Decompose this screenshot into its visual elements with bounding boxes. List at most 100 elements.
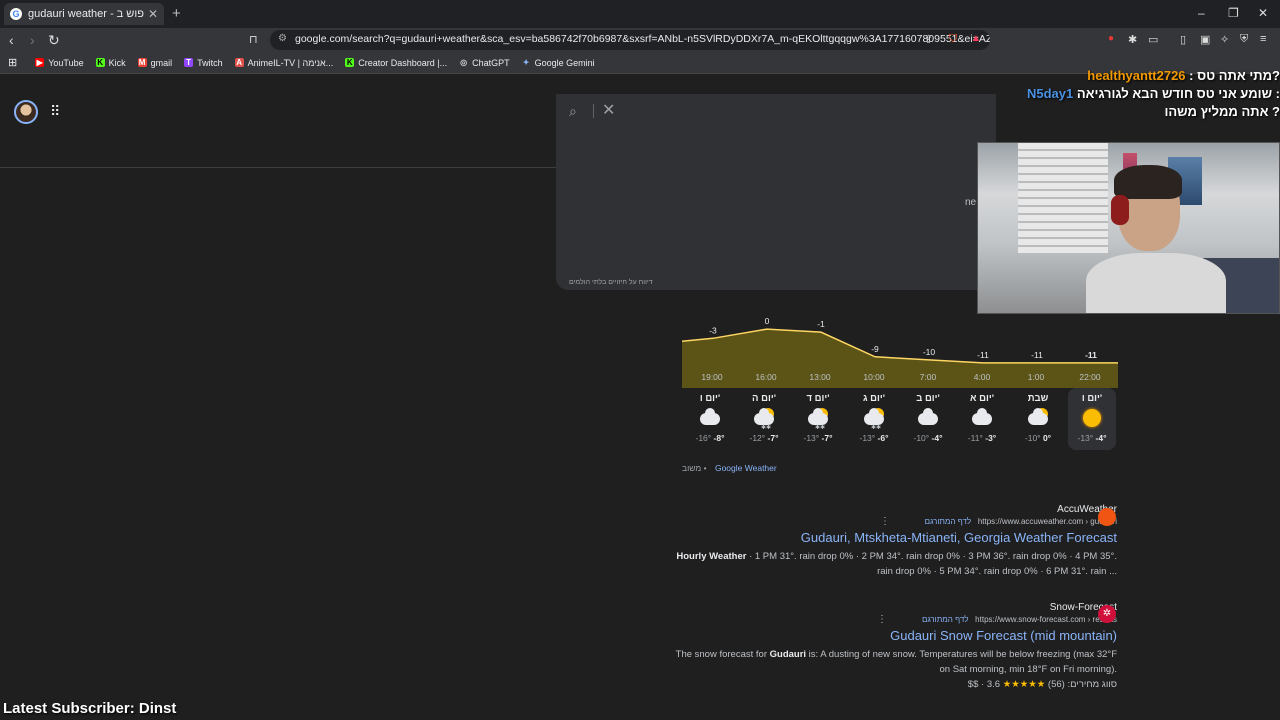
chat-user: healthyantt2726 bbox=[1087, 68, 1186, 83]
translate-link[interactable]: לדף המתורגם bbox=[922, 615, 969, 624]
streamer-body bbox=[1086, 253, 1226, 313]
temp-high: 0° bbox=[1042, 433, 1052, 443]
tab-close-icon[interactable]: ✕ bbox=[148, 7, 158, 21]
site-info-icon[interactable]: ⚙ bbox=[278, 33, 287, 44]
bookmark-chatgpt[interactable]: ◎ ChatGPT bbox=[459, 58, 510, 68]
apps-grid-icon[interactable]: ⊞ bbox=[8, 56, 17, 69]
snippet-bold: Gudauri bbox=[769, 649, 807, 660]
temp-high: -4° bbox=[1095, 433, 1107, 443]
animeil-icon: A bbox=[234, 58, 244, 67]
bookmark-animeil[interactable]: A AnimeIL-TV | אנימה... bbox=[234, 58, 333, 68]
bookmark-icon[interactable]: ⊓ bbox=[249, 33, 258, 46]
bookmark-gemini[interactable]: ✦ Google Gemini bbox=[522, 58, 595, 68]
weather-icon bbox=[916, 408, 940, 428]
extensions-puzzle-icon[interactable]: ✱ bbox=[1128, 33, 1137, 46]
address-bar[interactable]: ⚙ google.com/search?q=gudauri+weather&sc… bbox=[270, 30, 990, 50]
result-title-link[interactable]: Gudauri Snow Forecast (mid mountain) bbox=[676, 628, 1117, 643]
brave-shield-icon[interactable]: ⛉ bbox=[949, 33, 957, 46]
chat-user: N5day1 bbox=[1026, 86, 1074, 101]
bookmark-label: Kick bbox=[108, 57, 126, 68]
bookmark-label: gmail bbox=[150, 57, 173, 68]
leo-icon[interactable]: ✧ bbox=[1220, 33, 1229, 46]
chart-point-label: -11 bbox=[1031, 350, 1043, 360]
forward-icon[interactable]: › bbox=[30, 32, 35, 48]
result-url[interactable]: לדף המתורגם https://www.snow-forecast.co… bbox=[676, 615, 1117, 624]
forecast-day[interactable]: יום ה' ✱✱ -12° -7° bbox=[740, 388, 788, 450]
forecast-day[interactable]: יום ו' -16° -8° bbox=[686, 388, 734, 450]
bookmark-creator-dashboard[interactable]: K Creator Dashboard |... bbox=[345, 58, 447, 68]
navigation-bar: ‹ › ↻ ⊓ ⚙ google.com/search?q=gudauri+we… bbox=[0, 28, 1280, 52]
cloud-icon bbox=[972, 408, 992, 425]
avatar[interactable] bbox=[14, 100, 38, 124]
google-favicon-icon: G bbox=[10, 8, 22, 20]
forecast-day[interactable]: שבת -10° 0° bbox=[1014, 388, 1062, 450]
chat-text: אתה ממליץ משהו ? bbox=[1164, 104, 1280, 119]
feedback-link[interactable]: משוב bbox=[682, 463, 701, 473]
weather-icon bbox=[1080, 408, 1104, 428]
more-options-icon[interactable]: ⋮ bbox=[880, 516, 890, 527]
forecast-temps: -13° -4° bbox=[1068, 433, 1116, 443]
new-tab-button[interactable]: + bbox=[172, 5, 181, 22]
snowforecast-icon: ✲ bbox=[1098, 605, 1116, 623]
forecast-day[interactable]: יום ב' -10° -4° bbox=[904, 388, 952, 450]
menu-icon[interactable]: ≡ bbox=[1260, 33, 1266, 45]
suggestion-text[interactable]: ne bbox=[965, 197, 976, 208]
cloud-icon bbox=[918, 408, 938, 425]
price-label: סווג מחירים: bbox=[1067, 679, 1117, 690]
chatgpt-icon: ◎ bbox=[460, 58, 468, 67]
wallet-icon[interactable]: ▣ bbox=[1200, 33, 1210, 46]
minimize-button[interactable]: – bbox=[1198, 6, 1205, 20]
window-close-button[interactable]: ✕ bbox=[1258, 6, 1268, 20]
chart-point-label: -10 bbox=[923, 347, 936, 357]
weather-icon: ✱✱ bbox=[862, 408, 886, 431]
sidebar-icon[interactable]: ▯ bbox=[1180, 33, 1186, 46]
downloads-icon[interactable]: ▭ bbox=[1148, 33, 1158, 46]
bookmark-label: Creator Dashboard |... bbox=[358, 57, 448, 68]
result-url[interactable]: לדף המתורגם https://www.accuweather.com … bbox=[676, 517, 1117, 526]
search-result-accuweather: AccuWeather לדף המתורגם https://www.accu… bbox=[676, 504, 1117, 579]
translate-link[interactable]: לדף המתורגם bbox=[925, 517, 972, 526]
url-breadcrumb: https://www.accuweather.com › gudauri bbox=[977, 517, 1117, 526]
forecast-temps: -12° -7° bbox=[740, 433, 788, 443]
chat-message: N5day1 שומע אני טס חודש הבא לגורגיאה : bbox=[1000, 86, 1280, 101]
bookmark-label: Twitch bbox=[197, 57, 223, 68]
tab-active[interactable]: G gudauri weather - חיפוש ב-Goo ✕ bbox=[4, 3, 164, 25]
bookmark-gmail[interactable]: Mgmail bbox=[137, 57, 173, 68]
snippet-line2: rain drop 0% · 5 PM 34°. rain drop 0% · … bbox=[877, 566, 1117, 577]
clear-search-icon[interactable]: ✕ bbox=[602, 100, 615, 120]
bookmark-kick[interactable]: K Kick bbox=[95, 57, 126, 68]
vpn-icon[interactable]: ⛨ bbox=[1240, 33, 1248, 46]
back-icon[interactable]: ‹ bbox=[9, 32, 14, 48]
forecast-temps: -10° -4° bbox=[904, 433, 952, 443]
kick-icon: K bbox=[345, 58, 355, 67]
bookmark-youtube[interactable]: ▶ YouTube bbox=[35, 58, 84, 68]
search-icon[interactable]: ⌕ bbox=[569, 103, 577, 120]
more-options-icon[interactable]: ⋮ bbox=[877, 614, 887, 625]
google-apps-icon[interactable]: ⠿ bbox=[50, 103, 60, 120]
extension-icon[interactable]: ● bbox=[1108, 33, 1114, 44]
forecast-day[interactable]: יום ג' ✱✱ -13° -6° bbox=[850, 388, 898, 450]
chart-point-label: 0 bbox=[765, 316, 770, 326]
rating-value: 3.6 bbox=[986, 679, 1001, 690]
reload-icon[interactable]: ↻ bbox=[48, 32, 60, 49]
report-predictions-link[interactable]: דיווח על חיזויים בלתי הולמים bbox=[569, 279, 653, 286]
result-title-link[interactable]: Gudauri, Mtskheta-Mtianeti, Georgia Weat… bbox=[676, 530, 1117, 545]
temp-low: -13° bbox=[803, 433, 820, 443]
forecast-day[interactable]: יום ד' ✱✱ -13° -7° bbox=[794, 388, 842, 450]
forecast-day-name: יום ג' bbox=[862, 393, 886, 404]
restore-button[interactable]: ❐ bbox=[1228, 6, 1239, 20]
chart-time-label: 22:00 bbox=[1079, 372, 1101, 382]
share-icon[interactable]: ⇪ bbox=[924, 33, 933, 46]
search-suggestions-panel: ⌕ ✕ ne דיווח על חיזויים בלתי הולמים bbox=[556, 94, 996, 290]
weather-icon bbox=[698, 408, 722, 428]
rewards-icon[interactable]: ▲ bbox=[971, 33, 981, 44]
bookmark-twitch[interactable]: T Twitch bbox=[184, 58, 223, 68]
cloud-icon bbox=[700, 408, 720, 425]
url-breadcrumb: https://www.snow-forecast.com › resorts bbox=[975, 615, 1117, 624]
forecast-day[interactable]: יום ו' -13° -4° bbox=[1068, 388, 1116, 450]
stream-chat-overlay: healthyantt2726 : מתי אתה טס? N5day1 שומ… bbox=[1000, 68, 1280, 122]
google-weather-link[interactable]: Google Weather bbox=[715, 463, 777, 473]
accuweather-icon bbox=[1098, 508, 1116, 526]
forecast-day-name: שבת bbox=[1027, 393, 1049, 404]
forecast-day[interactable]: יום א' -11° -3° bbox=[958, 388, 1006, 450]
